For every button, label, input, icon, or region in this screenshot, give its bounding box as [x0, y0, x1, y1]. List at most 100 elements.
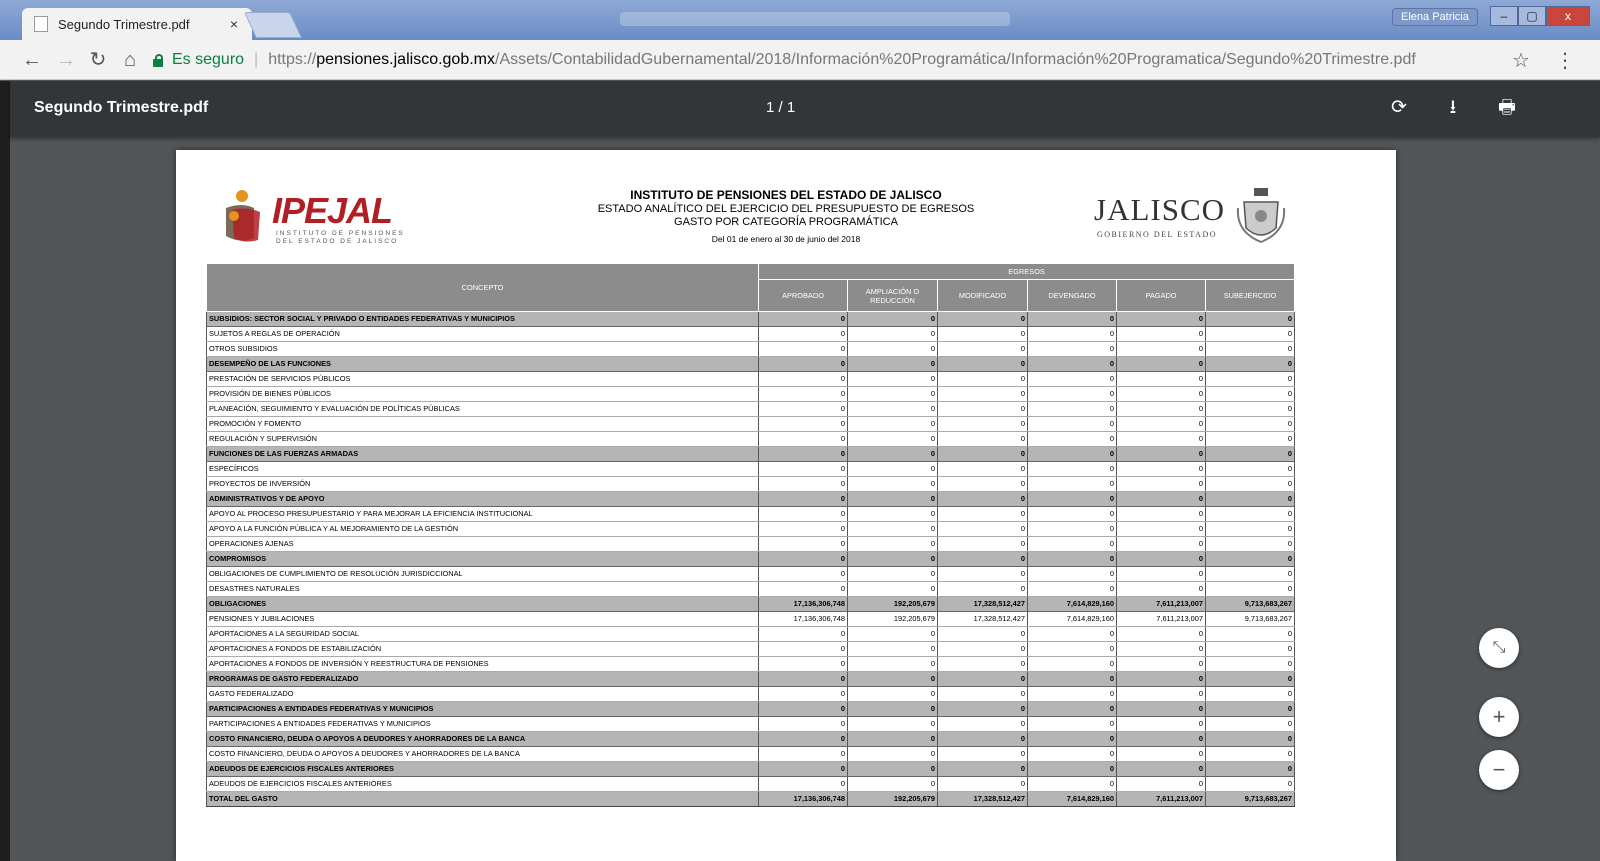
table-row: OBLIGACIONES DE CUMPLIMIENTO DE RESOLUCI… — [206, 566, 1295, 582]
amount-cell: 0 — [937, 761, 1028, 777]
report-header: INSTITUTO DE PENSIONES DEL ESTADO DE JAL… — [556, 188, 1016, 244]
amount-cell: 0 — [1027, 521, 1117, 537]
minimize-button[interactable]: – — [1490, 6, 1518, 26]
concept-cell: ADMINISTRATIVOS Y DE APOYO — [206, 491, 759, 507]
amount-cell: 0 — [1205, 371, 1295, 387]
coat-of-arms-icon — [1236, 188, 1286, 244]
amount-cell: 0 — [1205, 506, 1295, 522]
amount-cell: 0 — [1205, 341, 1295, 357]
amount-cell: 0 — [1116, 641, 1206, 657]
pdf-page: IPEJAL INSTITUTO DE PENSIONES DEL ESTADO… — [176, 150, 1396, 861]
amount-cell: 0 — [1205, 551, 1295, 567]
amount-cell: 0 — [1205, 686, 1295, 702]
amount-cell: 0 — [1205, 761, 1295, 777]
amount-cell: 0 — [937, 686, 1028, 702]
forward-arrow-icon[interactable]: → — [54, 48, 78, 72]
amount-cell: 0 — [1116, 356, 1206, 372]
amount-cell: 0 — [937, 386, 1028, 402]
amount-cell: 0 — [937, 311, 1028, 327]
amount-cell: 0 — [937, 716, 1028, 732]
amount-cell: 0 — [1116, 446, 1206, 462]
concept-cell: PROMOCIÓN Y FOMENTO — [206, 416, 759, 432]
amount-cell: 0 — [937, 461, 1028, 477]
amount-cell: 17,136,306,748 — [758, 596, 848, 612]
concept-cell: OBLIGACIONES DE CUMPLIMIENTO DE RESOLUCI… — [206, 566, 759, 582]
amount-cell: 0 — [758, 506, 848, 522]
category-row: SUBSIDIOS: SECTOR SOCIAL Y PRIVADO O ENT… — [206, 311, 1295, 327]
amount-cell: 0 — [847, 641, 938, 657]
amount-cell: 0 — [847, 746, 938, 762]
amount-cell: 0 — [1205, 581, 1295, 597]
home-icon[interactable]: ⌂ — [118, 48, 142, 72]
browser-toolbar: ← → ↻ ⌂ Es seguro | https://pensiones.ja… — [0, 40, 1600, 80]
concept-cell: REGULACIÓN Y SUPERVISIÓN — [206, 431, 759, 447]
amount-cell: 0 — [1205, 701, 1295, 717]
download-icon[interactable]: ⭳ — [1440, 95, 1466, 121]
amount-cell: 0 — [1027, 416, 1117, 432]
amount-cell: 0 — [847, 701, 938, 717]
budget-table-body: SUBSIDIOS: SECTOR SOCIAL Y PRIVADO O ENT… — [206, 311, 1295, 807]
category-row: ADEUDOS DE EJERCICIOS FISCALES ANTERIORE… — [206, 761, 1295, 777]
amount-cell: 0 — [847, 671, 938, 687]
amount-cell: 0 — [1116, 551, 1206, 567]
zoom-in-icon[interactable]: + — [1479, 697, 1519, 737]
amount-cell: 0 — [758, 461, 848, 477]
amount-cell: 0 — [937, 536, 1028, 552]
table-row: ESPECÍFICOS 0 0 0 0 0 0 — [206, 461, 1295, 477]
concept-cell: SUBSIDIOS: SECTOR SOCIAL Y PRIVADO O ENT… — [206, 311, 759, 327]
amount-cell: 0 — [847, 716, 938, 732]
table-row: APORTACIONES A FONDOS DE ESTABILIZACIÓN 0… — [206, 641, 1295, 657]
amount-cell: 0 — [847, 491, 938, 507]
concept-cell: OTROS SUBSIDIOS — [206, 341, 759, 357]
star-icon[interactable]: ☆ — [1512, 48, 1530, 73]
amount-cell: 0 — [1116, 371, 1206, 387]
maximize-button[interactable]: ▢ — [1518, 6, 1546, 26]
profile-button[interactable]: Elena Patricia — [1392, 8, 1478, 26]
amount-cell: 0 — [1116, 656, 1206, 672]
amount-cell: 0 — [1205, 401, 1295, 417]
amount-cell: 0 — [758, 761, 848, 777]
amount-cell: 0 — [1116, 431, 1206, 447]
amount-cell: 0 — [1027, 671, 1117, 687]
reload-icon[interactable]: ↻ — [86, 48, 110, 72]
amount-cell: 0 — [1027, 506, 1117, 522]
amount-cell: 0 — [1116, 566, 1206, 582]
table-row: PLANEACIÓN, SEGUIMIENTO Y EVALUACIÓN DE … — [206, 401, 1295, 417]
close-window-button[interactable]: x — [1546, 6, 1590, 26]
amount-cell: 0 — [1205, 476, 1295, 492]
rotate-icon[interactable]: ⟳ — [1386, 95, 1412, 121]
tab-close-icon[interactable]: × — [230, 16, 238, 32]
print-icon[interactable]: 🖶 — [1494, 95, 1520, 121]
menu-icon[interactable]: ⋮ — [1555, 48, 1575, 73]
category-row: ADMINISTRATIVOS Y DE APOYO 0 0 0 0 0 0 — [206, 491, 1295, 507]
report-title: INSTITUTO DE PENSIONES DEL ESTADO DE JAL… — [630, 188, 942, 202]
column-header: APROBADO — [758, 279, 848, 312]
back-arrow-icon[interactable]: ← — [20, 48, 44, 72]
amount-cell: 0 — [1116, 716, 1206, 732]
zoom-out-icon[interactable]: − — [1479, 750, 1519, 790]
amount-cell: 0 — [1116, 341, 1206, 357]
report-subtitle-1: ESTADO ANALÍTICO DEL EJERCICIO DEL PRESU… — [597, 203, 975, 215]
amount-cell: 0 — [847, 656, 938, 672]
amount-cell: 0 — [1027, 536, 1117, 552]
address-bar[interactable]: Es seguro | https://pensiones.jalisco.go… — [152, 45, 1552, 75]
browser-tab[interactable]: Segundo Trimestre.pdf × — [22, 8, 252, 40]
new-tab-button[interactable] — [243, 12, 303, 38]
concept-cell: SUJETOS A REGLAS DE OPERACIÓN — [206, 326, 759, 342]
amount-cell: 0 — [937, 731, 1028, 747]
amount-cell: 0 — [847, 371, 938, 387]
amount-cell: 0 — [937, 776, 1028, 792]
amount-cell: 0 — [937, 671, 1028, 687]
concept-cell: DESEMPEÑO DE LAS FUNCIONES — [206, 356, 759, 372]
amount-cell: 0 — [937, 641, 1028, 657]
amount-cell: 0 — [847, 326, 938, 342]
table-row: COSTO FINANCIERO, DEUDA O APOYOS A DEUDO… — [206, 746, 1295, 762]
amount-cell: 0 — [758, 326, 848, 342]
concept-cell: PARTICIPACIONES A ENTIDADES FEDERATIVAS … — [206, 716, 759, 732]
amount-cell: 0 — [1116, 731, 1206, 747]
concept-cell: OBLIGACIONES — [206, 596, 759, 612]
table-row: DESASTRES NATURALES 0 0 0 0 0 0 — [206, 581, 1295, 597]
fit-page-icon[interactable]: ⤡ — [1479, 628, 1519, 668]
table-row: APORTACIONES A LA SEGURIDAD SOCIAL 0 0 0 0 0 0 — [206, 626, 1295, 642]
amount-cell: 0 — [847, 431, 938, 447]
